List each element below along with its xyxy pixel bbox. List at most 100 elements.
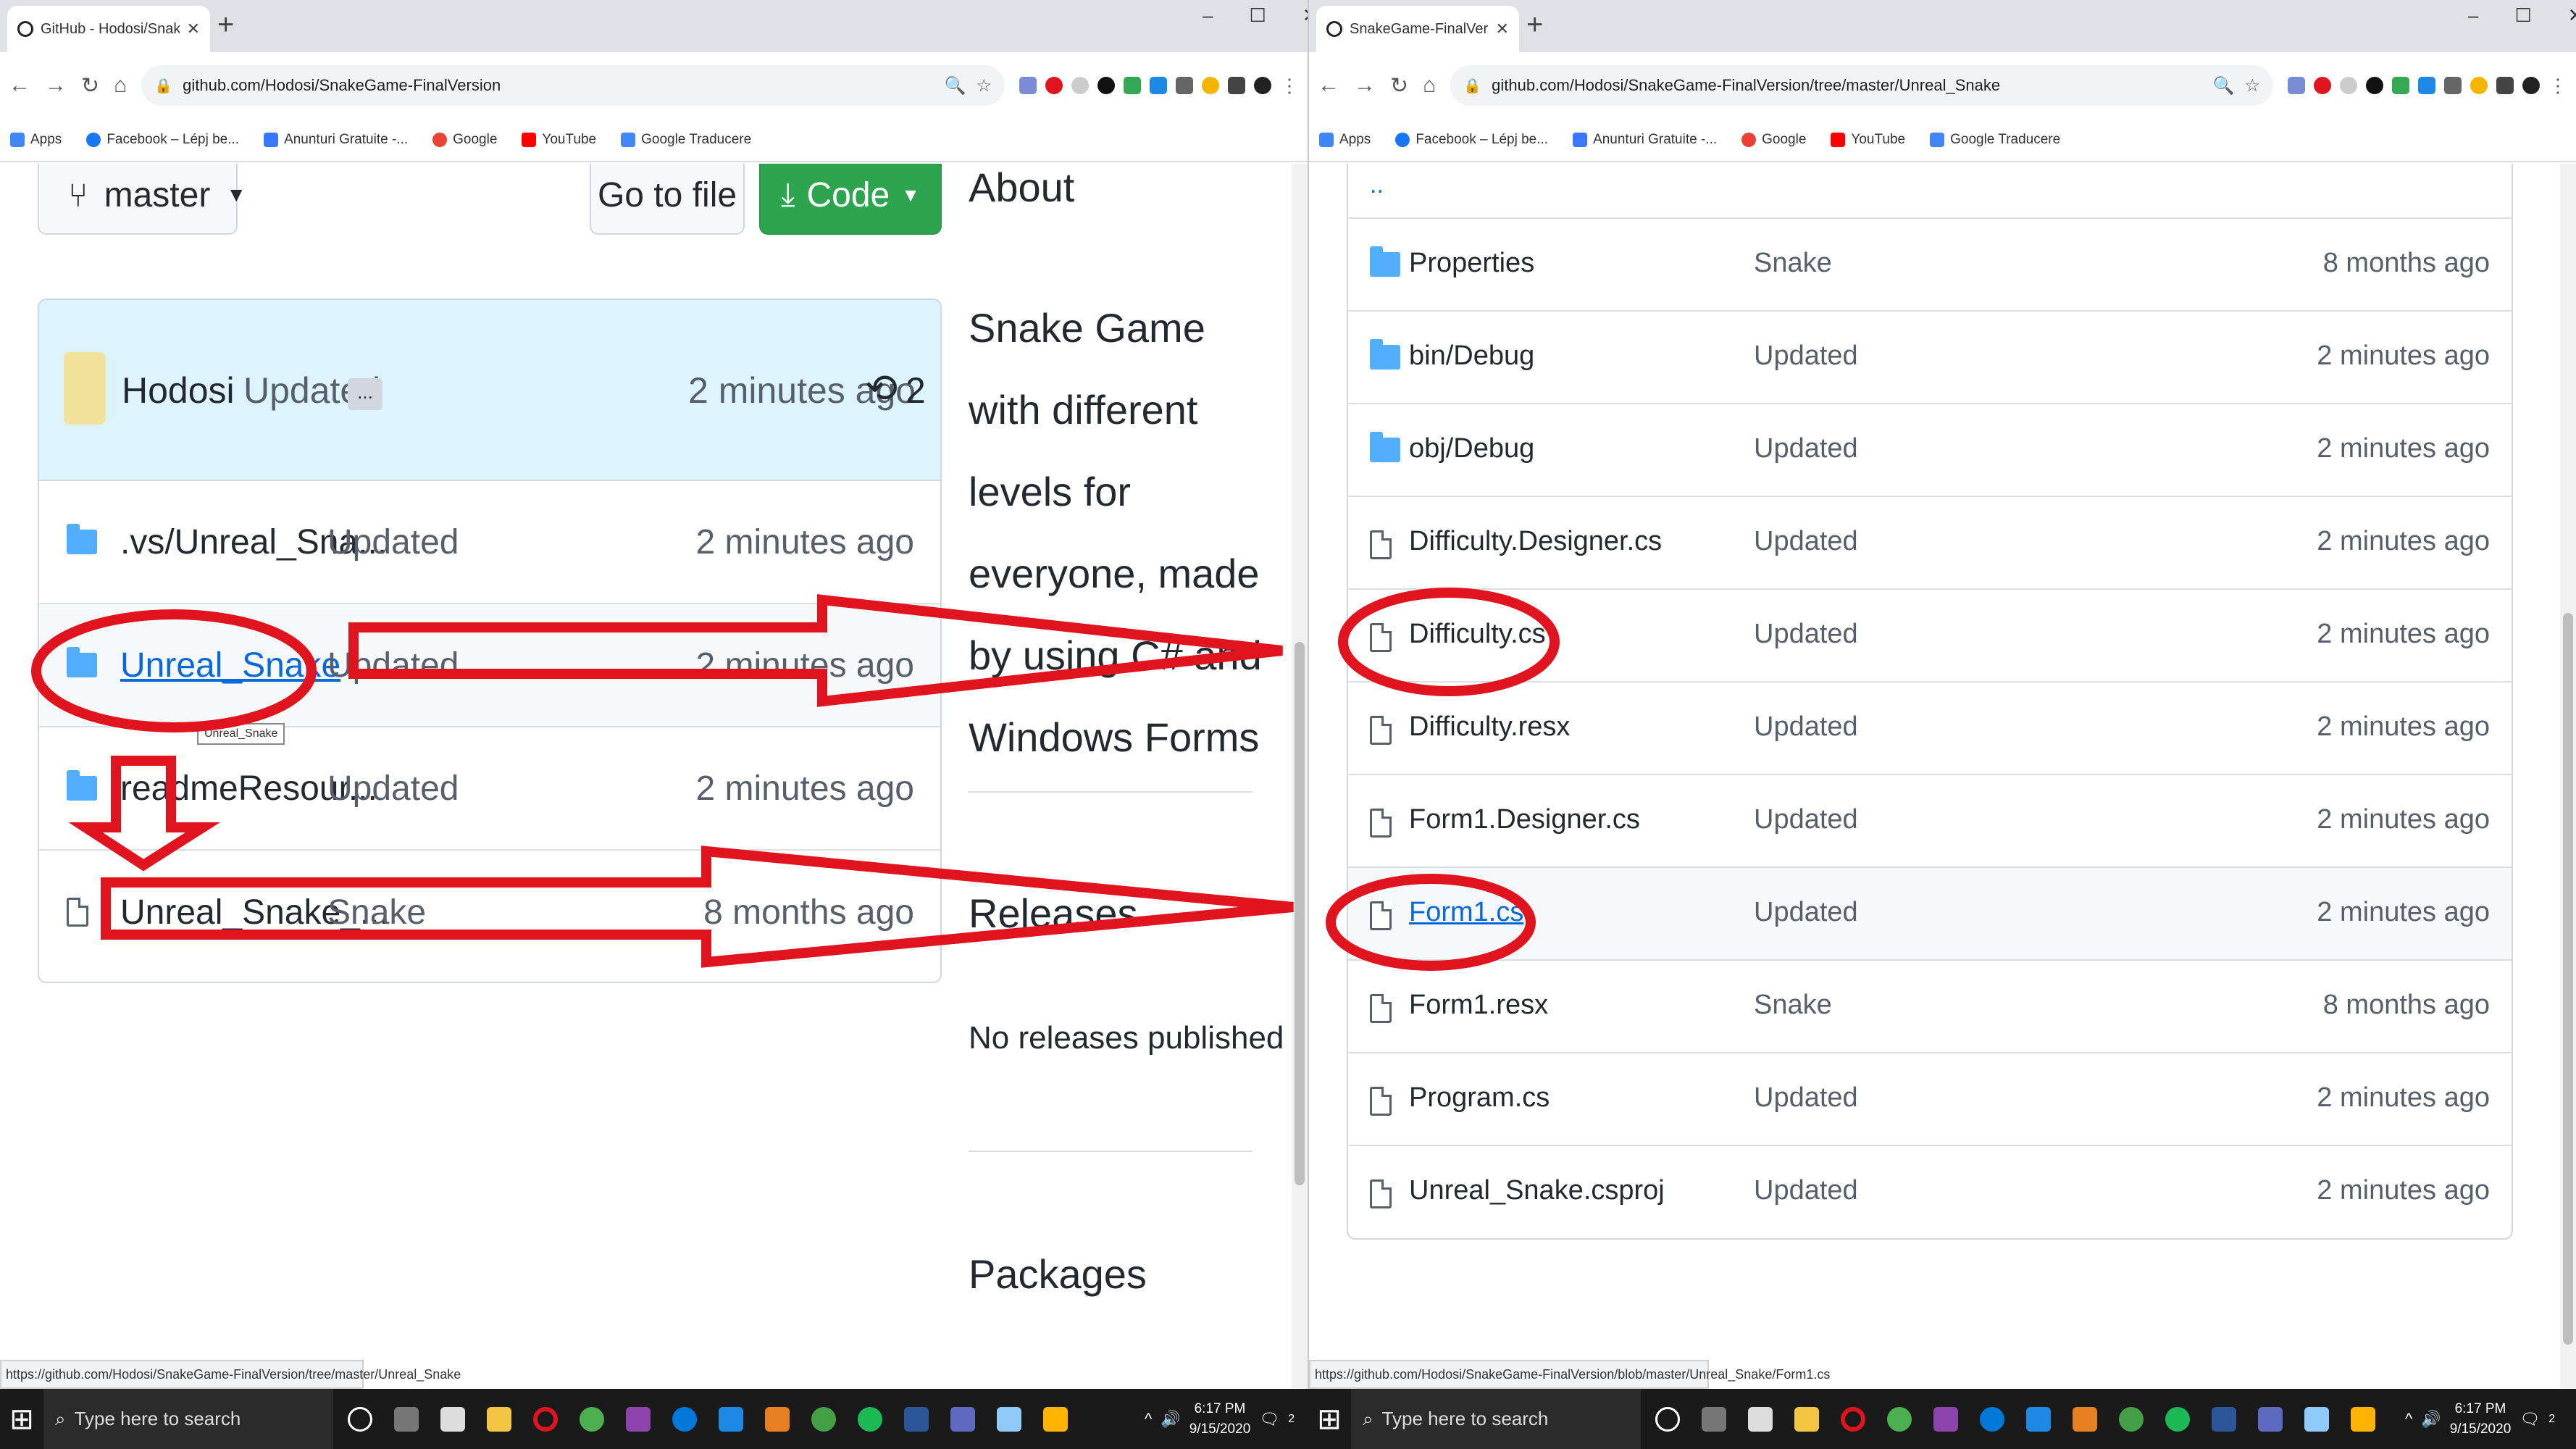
edge-icon[interactable] [1980, 1406, 2004, 1432]
file-explorer-icon[interactable] [487, 1406, 511, 1432]
file-name[interactable]: Properties [1409, 248, 1534, 279]
mail-icon[interactable] [2026, 1406, 2051, 1432]
app-icon[interactable] [2258, 1406, 2283, 1432]
zoom-icon[interactable]: 🔍 [2213, 75, 2235, 96]
close-window-icon[interactable]: ✕ [2568, 4, 2576, 27]
extension-icon[interactable] [1176, 77, 1193, 94]
puzzle-icon[interactable] [2496, 77, 2514, 94]
bookmark-youtube[interactable]: YouTube [522, 132, 596, 148]
file-row[interactable]: Difficulty.Designer.cs Updated 2 minutes a… [1348, 497, 2512, 590]
mail-icon[interactable] [719, 1406, 743, 1432]
commit-message[interactable]: Snake [1754, 248, 1832, 279]
file-row[interactable]: bin/Debug Updated 2 minutes ago [1348, 312, 2512, 404]
file-row[interactable]: Form1.cs Updated 2 minutes ago [1348, 868, 2512, 961]
extension-icon[interactable] [2418, 77, 2435, 94]
file-row[interactable]: Unreal_Snake Updated 2 minutes ago [39, 604, 940, 727]
home-icon[interactable]: ⌂ [114, 73, 127, 98]
windows-start-icon[interactable]: ⊞ [0, 1403, 43, 1436]
commit-message[interactable]: Snake [327, 893, 426, 932]
file-name-link[interactable]: Form1.cs [1409, 897, 1523, 928]
spotify-icon[interactable] [2165, 1406, 2190, 1432]
browser-tab[interactable]: GitHub - Hodosi/SnakeGame-Fi ✕ [7, 6, 210, 52]
commit-message[interactable]: Updated [1754, 526, 1858, 557]
bookmark-google[interactable]: Google [1741, 132, 1806, 148]
new-tab-icon[interactable]: + [1526, 9, 1543, 41]
maximize-icon[interactable]: ☐ [1249, 4, 1266, 27]
volume-icon[interactable]: 🔊 [1161, 1410, 1180, 1429]
commit-message[interactable]: Updated [1754, 804, 1858, 835]
branch-button[interactable]: ⑂ master ▼ [38, 164, 246, 235]
commit-expand-button[interactable]: ... [348, 378, 382, 410]
file-row[interactable]: Form1.resx Snake 8 months ago [1348, 961, 2512, 1053]
taskbar-search-box[interactable]: ⌕ Type here to search [1351, 1389, 1641, 1449]
scrollbar-thumb[interactable] [1295, 642, 1305, 1185]
file-row[interactable]: Properties Snake 8 months ago [1348, 219, 2512, 312]
go-to-file-button[interactable]: Go to file [590, 164, 745, 235]
reload-icon[interactable]: ↻ [81, 73, 99, 99]
url-field[interactable]: 🔒 github.com/Hodosi/SnakeGame-FinalVersi… [1450, 65, 2273, 106]
store-icon[interactable] [1748, 1406, 1773, 1432]
tray-chevron-icon[interactable]: ^ [2405, 1410, 2412, 1429]
file-name[interactable]: Difficulty.resx [1409, 711, 1570, 743]
minimize-icon[interactable]: – [2468, 4, 2478, 27]
commit-author[interactable]: Hodosi [122, 369, 235, 412]
bookmark-facebook[interactable]: Facebook – Lépj be... [86, 132, 239, 148]
bookmark-olx[interactable]: Anunturi Gratuite -... [1573, 132, 1717, 148]
lock-icon[interactable]: 🔒 [154, 77, 172, 95]
taskbar-search-box[interactable]: ⌕ Type here to search [43, 1389, 333, 1449]
file-row[interactable]: readmeResour... Updated 2 minutes ago [39, 727, 940, 851]
volume-icon[interactable]: 🔊 [2421, 1410, 2441, 1429]
app-icon[interactable] [2351, 1406, 2375, 1432]
commit-message[interactable]: Updated [1754, 1175, 1858, 1206]
releases-heading[interactable]: Releases [969, 890, 1137, 937]
app-icon[interactable] [1043, 1406, 1068, 1432]
commit-message[interactable]: Snake [1754, 990, 1832, 1021]
extension-icon[interactable] [1124, 77, 1141, 94]
commit-message[interactable]: Updated [327, 769, 459, 809]
sublime-icon[interactable] [2073, 1406, 2097, 1432]
opera-icon[interactable] [533, 1406, 558, 1432]
bookmark-olx[interactable]: Anunturi Gratuite -... [264, 132, 408, 148]
file-row[interactable]: obj/Debug Updated 2 minutes ago [1348, 404, 2512, 497]
bookmark-apps[interactable]: Apps [1319, 132, 1371, 148]
edge-icon[interactable] [672, 1406, 697, 1432]
file-name[interactable]: Form1.resx [1409, 990, 1548, 1021]
visual-studio-icon[interactable] [1933, 1406, 1958, 1432]
parent-directory-row[interactable]: .. [1348, 164, 2512, 219]
clock[interactable]: 6:17 PM 9/15/2020 [2450, 1399, 2512, 1440]
minimize-icon[interactable]: – [1203, 4, 1213, 27]
file-row[interactable]: Form1.Designer.cs Updated 2 minutes ago [1348, 775, 2512, 868]
commit-count[interactable]: 2 [906, 369, 926, 412]
profile-icon[interactable] [1254, 77, 1271, 94]
lock-icon[interactable]: 🔒 [1463, 77, 1481, 95]
windows-start-icon[interactable]: ⊞ [1308, 1403, 1351, 1436]
commit-message[interactable]: Updated [327, 646, 459, 685]
opera-icon[interactable] [1841, 1406, 1865, 1432]
scrollbar[interactable] [1292, 164, 1308, 1389]
sublime-icon[interactable] [765, 1406, 790, 1432]
tray-chevron-icon[interactable]: ^ [1145, 1410, 1152, 1429]
extension-icon[interactable] [1202, 77, 1219, 94]
file-name[interactable]: Form1.Designer.cs [1409, 804, 1640, 835]
avatar[interactable] [64, 352, 106, 425]
app-icon[interactable] [997, 1406, 1021, 1432]
word-icon[interactable] [904, 1406, 929, 1432]
file-name-link[interactable]: Unreal_Snake [120, 646, 340, 685]
task-view-icon[interactable] [1702, 1406, 1726, 1432]
clock[interactable]: 6:17 PM 9/15/2020 [1189, 1399, 1251, 1440]
close-tab-icon[interactable]: ✕ [187, 20, 200, 38]
file-explorer-icon[interactable] [1794, 1406, 1819, 1432]
bookmark-google[interactable]: Google [432, 132, 497, 148]
back-icon[interactable]: ← [1318, 73, 1339, 98]
file-name[interactable]: Difficulty.Designer.cs [1409, 526, 1662, 557]
bookmark-star-icon[interactable]: ☆ [976, 75, 992, 96]
history-icon[interactable]: ⟲ [865, 365, 898, 411]
extension-icon[interactable] [1097, 77, 1115, 94]
commit-message[interactable]: Updated [1754, 619, 1858, 650]
commit-message[interactable]: Updated [327, 522, 459, 562]
scrollbar-thumb[interactable] [2563, 613, 2573, 1345]
cortana-icon[interactable] [1655, 1406, 1680, 1432]
notification-icon[interactable]: 🗨 [1259, 1410, 1279, 1429]
profile-icon[interactable] [2522, 77, 2540, 94]
menu-dots-icon[interactable]: ⋮ [1280, 75, 1299, 97]
